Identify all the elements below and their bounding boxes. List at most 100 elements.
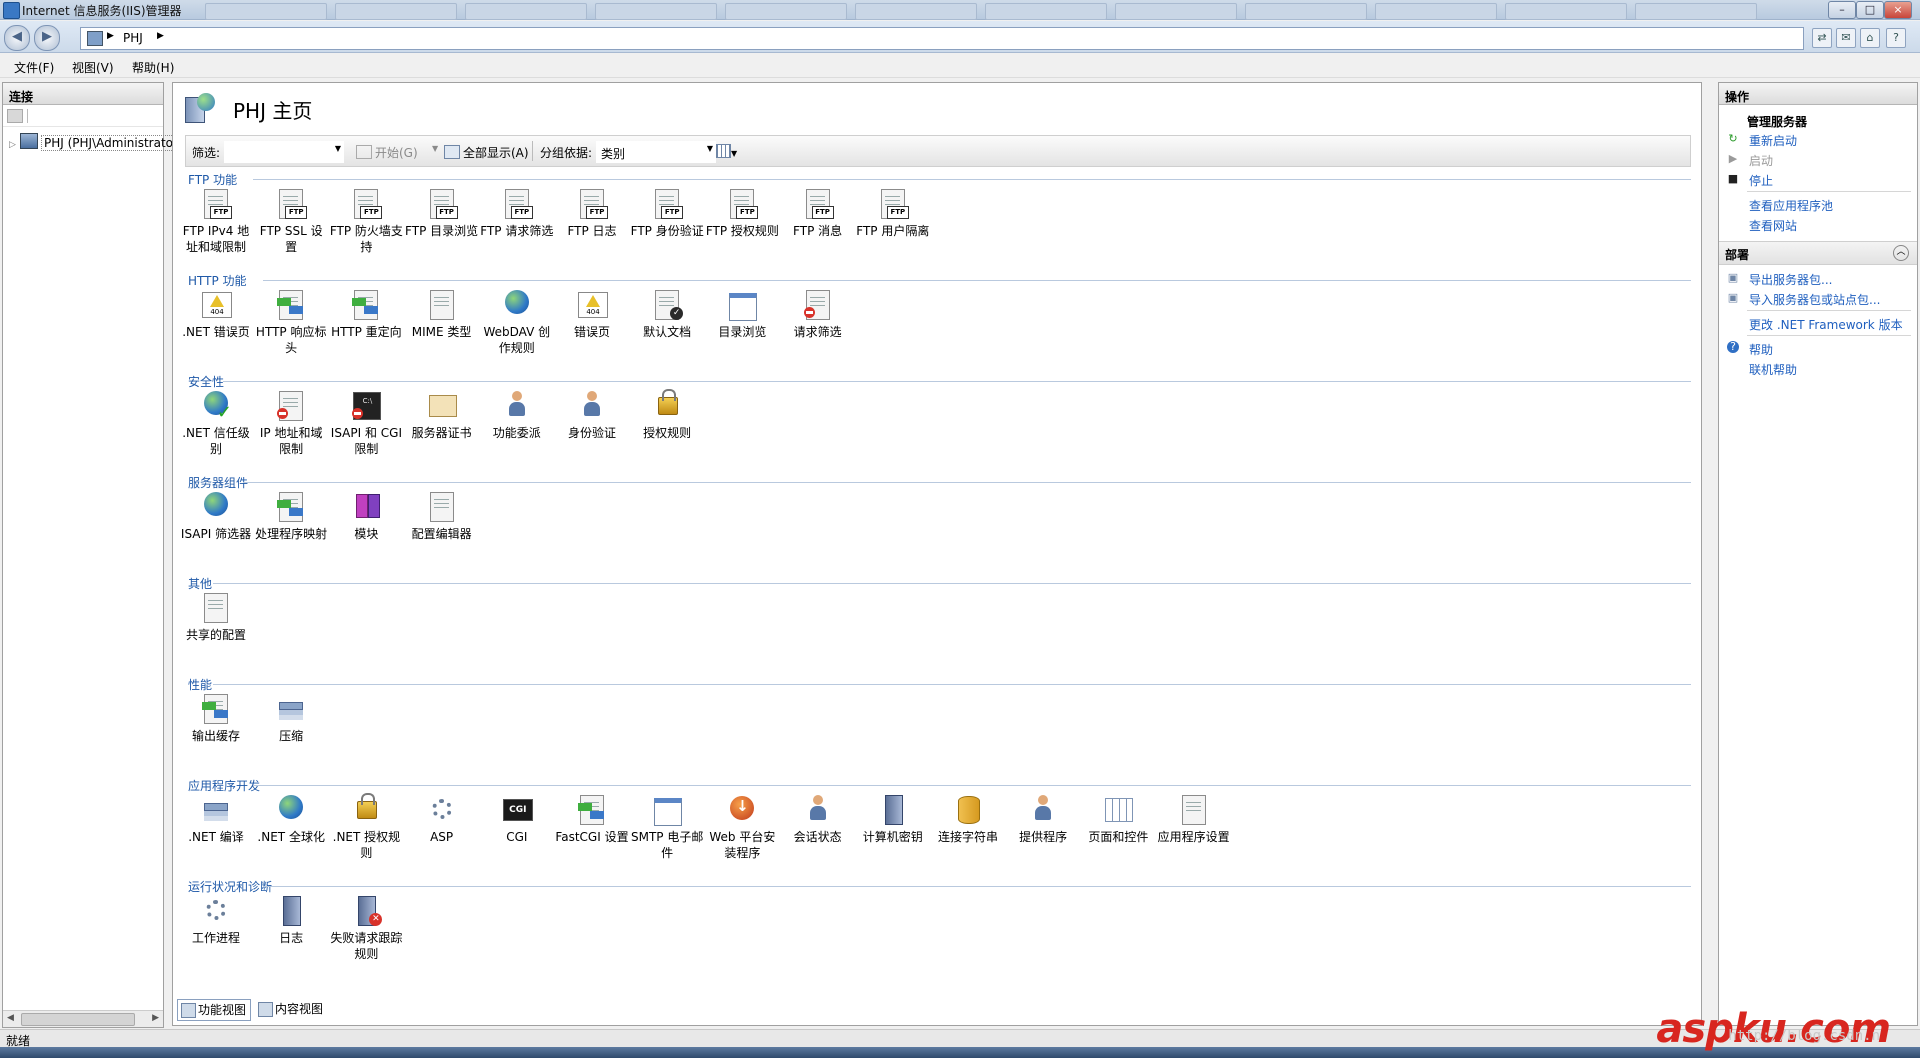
scroll-thumb[interactable] bbox=[21, 1013, 135, 1026]
feature-item[interactable]: ASP bbox=[405, 793, 479, 845]
expand-icon[interactable]: ▷ bbox=[9, 140, 17, 150]
export-package-link[interactable]: 导出服务器包... bbox=[1749, 271, 1832, 288]
feature-item[interactable]: 模块 bbox=[329, 490, 403, 542]
minimize-icon[interactable]: – bbox=[1828, 1, 1856, 19]
feature-item[interactable]: 应用程序设置 bbox=[1157, 793, 1231, 845]
feature-item[interactable]: 提供程序 bbox=[1006, 793, 1080, 845]
show-all-button[interactable]: 全部显示(A) bbox=[444, 144, 529, 161]
feature-item[interactable]: 身份验证 bbox=[555, 389, 629, 441]
section-heading[interactable]: 性能 bbox=[188, 676, 212, 693]
start-link[interactable]: 启动 bbox=[1749, 152, 1773, 169]
import-package-link[interactable]: 导入服务器包或站点包... bbox=[1749, 291, 1880, 308]
feature-item[interactable]: 请求筛选 bbox=[781, 288, 855, 340]
feature-item[interactable]: HTTP 响应标头 bbox=[254, 288, 328, 356]
feature-item[interactable]: ISAPI 筛选器 bbox=[179, 490, 253, 542]
feature-item[interactable]: 会话状态 bbox=[781, 793, 855, 845]
feature-item[interactable]: FTP FTP 请求筛选 bbox=[480, 187, 554, 239]
feature-item[interactable]: SMTP 电子邮件 bbox=[630, 793, 704, 861]
feature-item[interactable]: Web 平台安装程序 bbox=[705, 793, 779, 861]
section-heading[interactable]: 服务器组件 bbox=[188, 474, 248, 491]
feature-item[interactable]: 共享的配置 bbox=[179, 591, 253, 643]
restart-link[interactable]: 重新启动 bbox=[1749, 132, 1797, 149]
feature-item[interactable]: WebDAV 创作规则 bbox=[480, 288, 554, 356]
section-heading[interactable]: 应用程序开发 bbox=[188, 777, 260, 794]
tab-features-view[interactable]: 功能视图 bbox=[177, 999, 252, 1021]
feature-item[interactable]: 计算机密钥 bbox=[856, 793, 930, 845]
breadcrumb-arrow-icon[interactable]: ▶ bbox=[157, 31, 164, 41]
start-dropdown-icon[interactable]: ▼ bbox=[432, 144, 438, 153]
home-icon[interactable]: ⌂ bbox=[1860, 28, 1880, 48]
taskbar-tab[interactable] bbox=[335, 3, 457, 20]
feature-item[interactable]: ✕ 失败请求跟踪规则 bbox=[329, 894, 403, 962]
help-icon[interactable]: ? bbox=[1886, 28, 1906, 48]
address-breadcrumb[interactable]: ▶ PHJ ▶ bbox=[80, 27, 1804, 50]
section-heading[interactable]: 其他 bbox=[188, 575, 212, 592]
taskbar-tab[interactable] bbox=[1505, 3, 1627, 20]
feature-item[interactable]: 错误页 bbox=[555, 288, 629, 340]
feature-item[interactable]: CGI CGI bbox=[480, 793, 554, 845]
online-help-link[interactable]: 联机帮助 bbox=[1749, 361, 1797, 378]
feature-item[interactable]: 输出缓存 bbox=[179, 692, 253, 744]
section-heading[interactable]: 运行状况和诊断 bbox=[188, 878, 272, 895]
feature-item[interactable]: ✓ 默认文档 bbox=[630, 288, 704, 340]
feature-item[interactable]: FTP FTP 用户隔离 bbox=[856, 187, 930, 239]
feature-item[interactable]: 功能委派 bbox=[480, 389, 554, 441]
tree-node-label[interactable]: PHJ (PHJ\Administrator) bbox=[41, 135, 186, 151]
feature-item[interactable]: 工作进程 bbox=[179, 894, 253, 946]
filter-input[interactable]: ▼ bbox=[224, 141, 344, 163]
feature-item[interactable]: FTP FTP SSL 设置 bbox=[254, 187, 328, 255]
feature-item[interactable]: MIME 类型 bbox=[405, 288, 479, 340]
taskbar-tab[interactable] bbox=[205, 3, 327, 20]
connect-icon[interactable]: ⇄ bbox=[1812, 28, 1832, 48]
taskbar-tab[interactable] bbox=[1375, 3, 1497, 20]
horizontal-scrollbar[interactable]: ◀ ▶ bbox=[3, 1010, 163, 1027]
scroll-left-icon[interactable]: ◀ bbox=[7, 1013, 14, 1023]
section-heading[interactable]: HTTP 功能 bbox=[188, 272, 247, 289]
connect-server-icon[interactable] bbox=[7, 109, 23, 123]
help-link[interactable]: 帮助 bbox=[1749, 341, 1773, 358]
feature-item[interactable]: 日志 bbox=[254, 894, 328, 946]
section-heading[interactable]: 安全性 bbox=[188, 373, 224, 390]
feature-item[interactable]: 压缩 bbox=[254, 692, 328, 744]
menu-view[interactable]: 视图(V) bbox=[72, 59, 114, 76]
taskbar-tab[interactable] bbox=[725, 3, 847, 20]
view-sites-link[interactable]: 查看网站 bbox=[1749, 217, 1797, 234]
breadcrumb-arrow-icon[interactable]: ▶ bbox=[107, 31, 114, 41]
taskbar-tab[interactable] bbox=[855, 3, 977, 20]
feature-item[interactable]: 配置编辑器 bbox=[405, 490, 479, 542]
feature-item[interactable]: FTP FTP 消息 bbox=[781, 187, 855, 239]
feature-item[interactable]: FTP FTP IPv4 地址和域限制 bbox=[179, 187, 253, 255]
taskbar-tab[interactable] bbox=[1635, 3, 1757, 20]
change-net-link[interactable]: 更改 .NET Framework 版本 bbox=[1749, 316, 1903, 333]
taskbar-tab[interactable] bbox=[465, 3, 587, 20]
group-by-select[interactable]: 类别 ▼ bbox=[596, 141, 716, 163]
feature-item[interactable]: FTP FTP 防火墙支持 bbox=[329, 187, 403, 255]
collapse-icon[interactable]: ︿ bbox=[1893, 245, 1909, 261]
view-app-pools-link[interactable]: 查看应用程序池 bbox=[1749, 197, 1833, 214]
feature-item[interactable]: ✓ .NET 信任级别 bbox=[179, 389, 253, 457]
taskbar-tab[interactable] bbox=[1245, 3, 1367, 20]
email-icon[interactable]: ✉ bbox=[1836, 28, 1856, 48]
feature-item[interactable]: .NET 错误页 bbox=[179, 288, 253, 340]
feature-item[interactable]: 服务器证书 bbox=[405, 389, 479, 441]
close-icon[interactable]: × bbox=[1884, 1, 1912, 19]
start-filter-button[interactable]: 开始(G) bbox=[356, 144, 418, 161]
feature-item[interactable]: .NET 编译 bbox=[179, 793, 253, 845]
feature-item[interactable]: 处理程序映射 bbox=[254, 490, 328, 542]
menu-help[interactable]: 帮助(H) bbox=[132, 59, 174, 76]
section-heading[interactable]: FTP 功能 bbox=[188, 171, 237, 188]
taskbar-tab[interactable] bbox=[985, 3, 1107, 20]
feature-item[interactable]: 连接字符串 bbox=[931, 793, 1005, 845]
feature-item[interactable]: FTP FTP 目录浏览 bbox=[405, 187, 479, 239]
feature-item[interactable]: FTP FTP 日志 bbox=[555, 187, 629, 239]
feature-item[interactable]: IP 地址和域限制 bbox=[254, 389, 328, 457]
feature-item[interactable]: .NET 全球化 bbox=[254, 793, 328, 845]
back-button[interactable]: ◀ bbox=[4, 25, 30, 51]
forward-button[interactable]: ▶ bbox=[34, 25, 60, 51]
maximize-icon[interactable]: □ bbox=[1856, 1, 1884, 19]
view-mode-button[interactable]: ▼ bbox=[716, 144, 737, 159]
scroll-right-icon[interactable]: ▶ bbox=[152, 1013, 159, 1023]
feature-item[interactable]: 目录浏览 bbox=[705, 288, 779, 340]
stop-link[interactable]: 停止 bbox=[1749, 172, 1773, 189]
feature-item[interactable]: 页面和控件 bbox=[1081, 793, 1155, 845]
